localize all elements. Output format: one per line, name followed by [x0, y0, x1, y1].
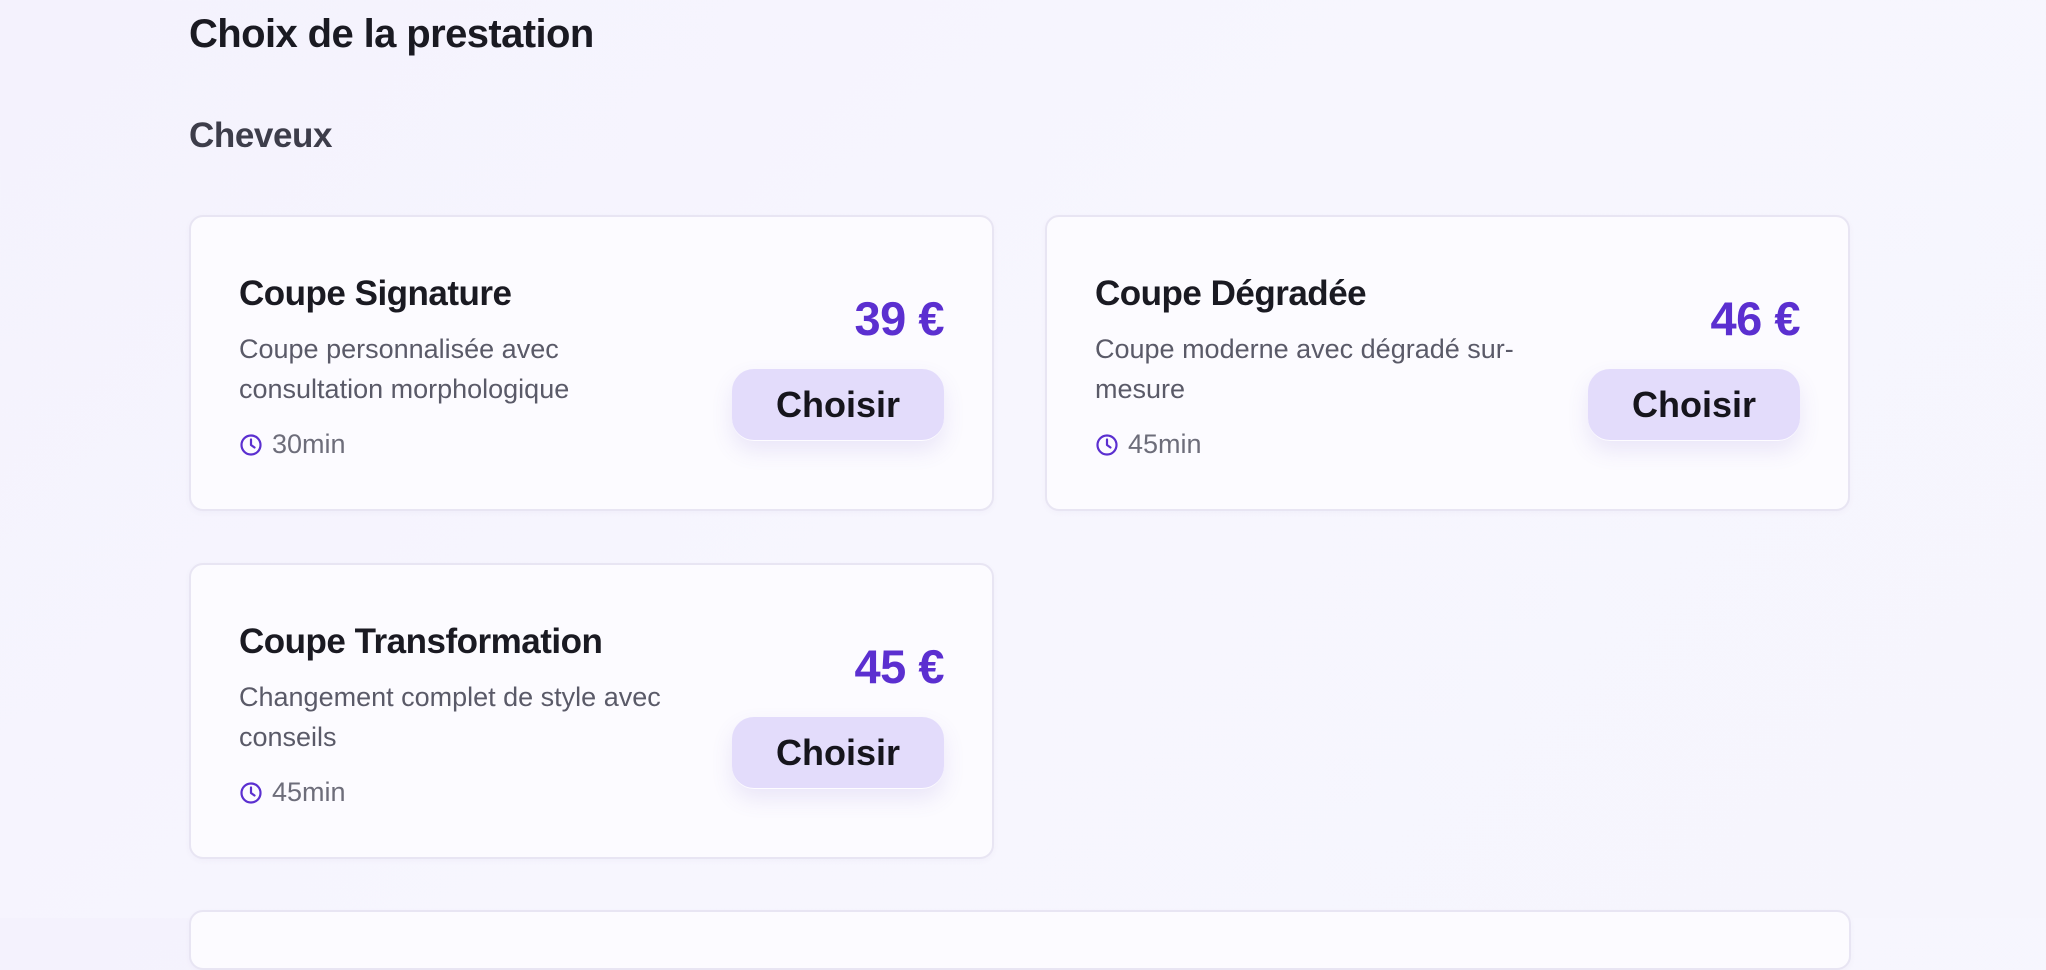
- section-title-cheveux: Cheveux: [189, 116, 333, 155]
- service-card-coupe-degradee: Coupe Dégradée Coupe moderne avec dégrad…: [1045, 215, 1850, 511]
- service-card-coupe-transformation: Coupe Transformation Changement complet …: [189, 563, 994, 859]
- service-name: Coupe Dégradée: [1095, 274, 1367, 313]
- clock-icon: [240, 433, 262, 456]
- clock-icon: [240, 781, 262, 804]
- duration-text: 45min: [272, 777, 346, 807]
- service-description: Changement complet de style avec conseil…: [239, 682, 661, 752]
- service-price: 45 €: [854, 640, 945, 693]
- service-duration: 45min: [239, 777, 346, 808]
- service-price: 46 €: [1710, 292, 1801, 345]
- duration-text: 30min: [272, 429, 346, 459]
- service-card-coupe-signature: Coupe Signature Coupe personnalisée avec…: [189, 215, 994, 511]
- service-duration: 45min: [1095, 429, 1202, 460]
- service-name: Coupe Signature: [239, 274, 512, 313]
- service-duration: 30min: [239, 429, 346, 460]
- choose-button[interactable]: Choisir: [732, 717, 944, 789]
- service-name: Coupe Transformation: [239, 622, 603, 661]
- service-card-partial: [189, 910, 1851, 970]
- page-title: Choix de la prestation: [189, 12, 594, 56]
- duration-text: 45min: [1128, 429, 1202, 459]
- choose-button[interactable]: Choisir: [732, 369, 944, 441]
- choose-button[interactable]: Choisir: [1588, 369, 1800, 441]
- clock-icon: [1096, 433, 1118, 456]
- service-description: Coupe moderne avec dégradé sur-mesure: [1095, 334, 1514, 404]
- service-price: 39 €: [854, 292, 945, 345]
- service-description: Coupe personnalisée avec consultation mo…: [239, 334, 570, 404]
